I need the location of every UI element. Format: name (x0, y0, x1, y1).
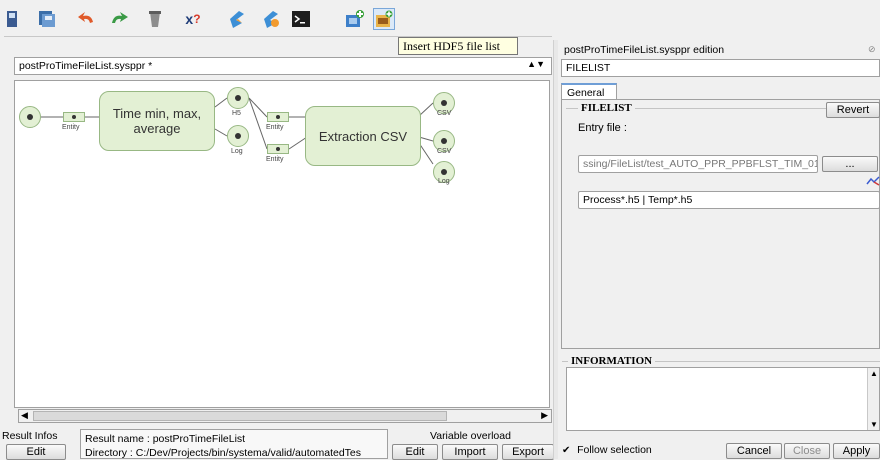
updown-icon: ▲▼ (527, 59, 545, 69)
file-combo[interactable]: postProTimeFileList.sysppr * ▲▼ (14, 57, 552, 75)
filelist-group-title: FILELIST (578, 102, 635, 114)
export-button[interactable]: Export (502, 444, 554, 460)
checkmark-icon: ✔ (562, 445, 571, 456)
csv-label-2: CSV (437, 148, 452, 155)
time-average-node[interactable]: Time min, max, average (99, 91, 215, 151)
redo-icon[interactable] (108, 8, 130, 30)
log-label-2: Log (438, 178, 450, 185)
help-icon[interactable]: x? (178, 8, 208, 30)
log-label: Log (231, 148, 243, 155)
result-infos-label: Result Infos (2, 430, 58, 442)
apply-button[interactable]: Apply (833, 443, 880, 459)
result-name: Result name : postProTimeFileList (85, 433, 246, 445)
import-button[interactable]: Import (442, 444, 498, 460)
h5-output-port[interactable] (227, 87, 249, 109)
entity-connector-2[interactable] (267, 112, 289, 122)
follow-selection-label: Follow selection (577, 444, 652, 456)
file-combo-label: postProTimeFileList.sysppr * (19, 60, 153, 72)
pattern-field[interactable]: Process*.h5 | Temp*.h5 (578, 191, 880, 209)
terminal-icon[interactable] (290, 8, 312, 30)
entity-label-3: Entity (266, 156, 284, 163)
entity-connector-3[interactable] (267, 144, 289, 154)
insert-hdf5-list-icon[interactable] (373, 8, 395, 30)
information-group: INFORMATION ▲ ▼ (562, 355, 880, 432)
log-output-port[interactable] (227, 125, 249, 147)
result-info-box: Result name : postProTimeFileList Direct… (80, 429, 388, 459)
scroll-right-icon[interactable]: ▶ (541, 410, 548, 421)
plugin-icon[interactable] (226, 8, 248, 30)
plugin-alt-icon[interactable] (260, 8, 282, 30)
entity-output-port[interactable] (19, 106, 41, 128)
clear-icon[interactable] (144, 8, 166, 30)
tooltip: Insert HDF5 file list (398, 37, 518, 55)
revert-button[interactable]: Revert (826, 102, 880, 118)
follow-selection-checkbox[interactable]: ✔ Follow selection (562, 444, 652, 456)
result-info-bar: Result Infos Edit Result name : postProT… (0, 426, 556, 460)
variable-edit-button[interactable]: Edit (392, 444, 438, 460)
entity-label-2: Entity (266, 124, 284, 131)
scroll-up-icon[interactable]: ▲ (870, 369, 878, 378)
edition-header: postProTimeFileList.sysppr edition ⊘ (560, 40, 880, 58)
variable-overload-label: Variable overload (430, 430, 511, 442)
add-processor-icon[interactable] (344, 8, 366, 30)
h5-label: H5 (232, 110, 241, 117)
information-group-title: INFORMATION (568, 355, 656, 367)
edition-title: postProTimeFileList.sysppr edition (564, 44, 725, 56)
extraction-csv-node[interactable]: Extraction CSV (305, 106, 421, 166)
horizontal-scrollbar[interactable]: ◀ ▶ (18, 409, 552, 423)
directory-path: Directory : C:/Dev/Projects/bin/systema/… (85, 447, 362, 459)
scroll-thumb[interactable] (33, 411, 447, 421)
entity-label: Entity (62, 124, 80, 131)
result-edit-button[interactable]: Edit (6, 444, 66, 460)
close-icon[interactable]: ⊘ (868, 44, 876, 55)
undo-icon[interactable] (76, 8, 98, 30)
tab-general[interactable]: General (561, 83, 617, 100)
graph-canvas[interactable]: Entity Time min, max, average H5 Log Ent… (14, 80, 550, 408)
splitter[interactable] (553, 40, 558, 459)
general-tab-panel: FILELIST Revert Entry file : ssing/FileL… (561, 99, 880, 349)
close-button[interactable]: Close (784, 443, 830, 459)
scroll-down-icon[interactable]: ▼ (870, 420, 878, 429)
entry-file-field[interactable]: ssing/FileList/test_AUTO_PPR_PPBFLST_TIM… (578, 155, 818, 173)
entry-file-label: Entry file : (578, 122, 627, 134)
type-field[interactable]: FILELIST (561, 59, 880, 77)
toolbar: x? (0, 0, 880, 36)
browse-button[interactable]: ... (822, 156, 878, 172)
cancel-button[interactable]: Cancel (726, 443, 782, 459)
information-textarea[interactable]: ▲ ▼ (566, 367, 880, 431)
entity-connector[interactable] (63, 112, 85, 122)
csv-label: CSV (437, 110, 452, 117)
save-icon[interactable] (2, 8, 24, 30)
info-scrollbar[interactable]: ▲ ▼ (867, 368, 879, 430)
scroll-left-icon[interactable]: ◀ (21, 410, 28, 421)
chart-icon[interactable] (866, 176, 880, 189)
save-all-icon[interactable] (36, 8, 58, 30)
